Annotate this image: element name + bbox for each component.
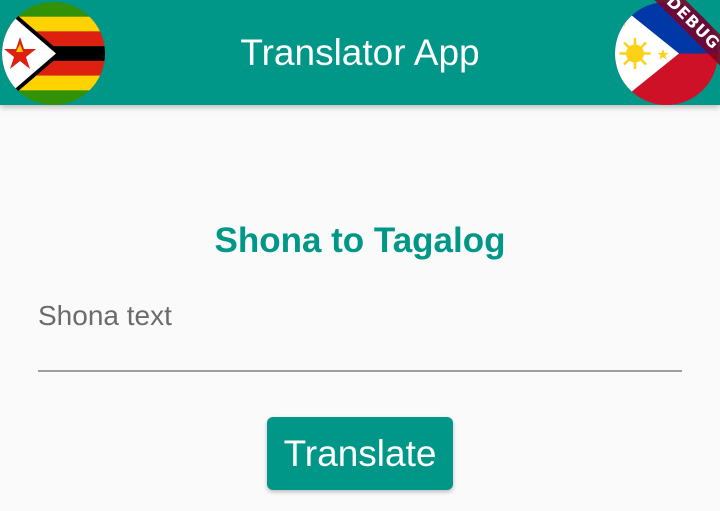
shona-text-input[interactable]: Shona text (38, 296, 682, 372)
translator-app: Translator App DEBUG Shona to Tagalog Sh… (0, 0, 720, 511)
translate-button[interactable]: Translate (267, 417, 453, 490)
shona-text-label: Shona text (38, 300, 172, 331)
app-title: Translator App (240, 32, 480, 73)
debug-banner: DEBUG (640, 0, 720, 80)
debug-banner-label: DEBUG (646, 0, 720, 70)
input-underline (38, 370, 682, 372)
page-heading: Shona to Tagalog (214, 221, 506, 260)
app-bar: Translator App (0, 0, 720, 105)
